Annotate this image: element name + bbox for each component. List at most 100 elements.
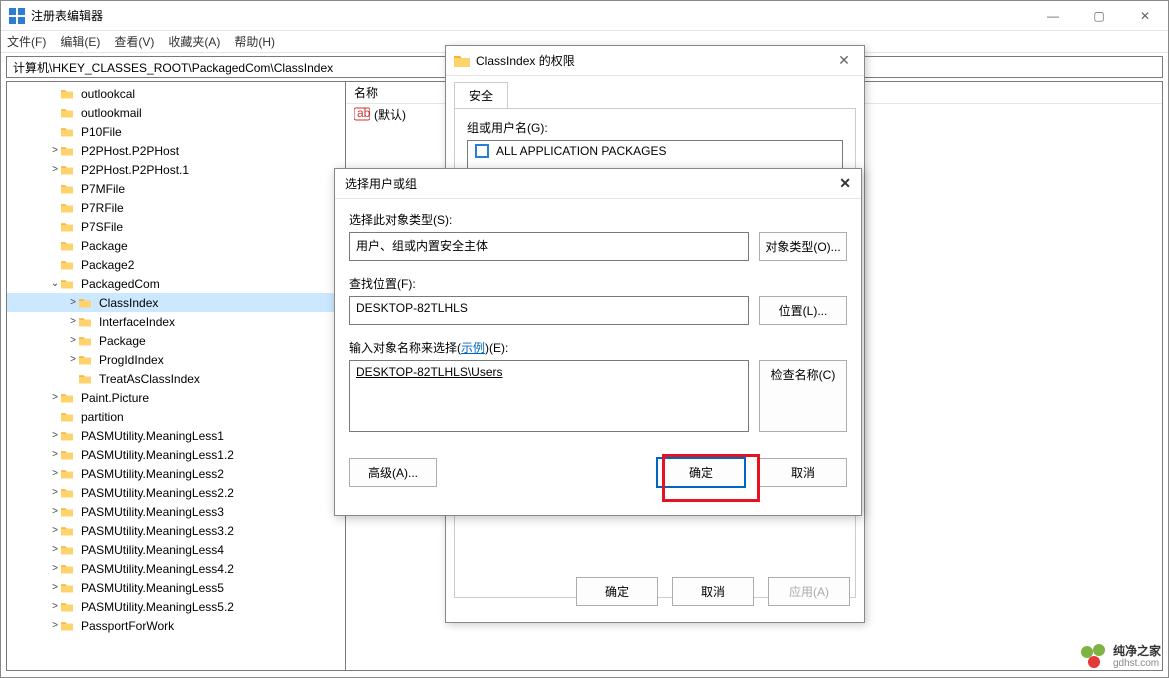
tree-item[interactable]: >PASMUtility.MeaningLess1.2 (7, 445, 345, 464)
menu-edit[interactable]: 编辑(E) (60, 33, 100, 50)
expand-icon[interactable]: > (49, 430, 61, 441)
folder-icon (61, 581, 73, 595)
advanced-button[interactable]: 高级(A)... (349, 458, 437, 487)
tree-panel[interactable]: outlookcaloutlookmailP10File>P2PHost.P2P… (6, 81, 346, 671)
tree-item-label: PASMUtility.MeaningLess3 (81, 505, 224, 519)
tree-item[interactable]: > PASMUtility.MeaningLess2 (7, 464, 345, 483)
tree-item[interactable]: >PASMUtility.MeaningLess3.2 (7, 521, 345, 540)
object-names-input[interactable]: DESKTOP-82TLHLS\Users (349, 360, 749, 432)
tree-item[interactable]: > InterfaceIndex (7, 312, 345, 331)
tree-item[interactable]: partition (7, 407, 345, 426)
expand-icon[interactable]: > (49, 164, 61, 175)
tree-item[interactable]: >P2PHost.P2PHost (7, 141, 345, 160)
tree-item-label: InterfaceIndex (99, 315, 175, 329)
permissions-titlebar: ClassIndex 的权限 ✕ (446, 46, 864, 76)
tree-item-label: P7MFile (81, 182, 125, 196)
watermark: 纯净之家 gdhst.com (1079, 642, 1161, 672)
tree-item[interactable]: P7RFile (7, 198, 345, 217)
menu-file[interactable]: 文件(F) (7, 33, 46, 50)
collapse-icon[interactable]: ⌄ (49, 278, 61, 289)
permissions-apply-button[interactable]: 应用(A) (768, 577, 850, 606)
column-name[interactable]: 名称 (346, 82, 386, 103)
tree-item[interactable]: outlookcal (7, 84, 345, 103)
label-location: 查找位置(F): (349, 275, 847, 292)
tree-item-label: partition (81, 410, 124, 424)
expand-icon[interactable]: > (49, 506, 61, 517)
expand-icon[interactable]: > (49, 449, 61, 460)
expand-icon[interactable]: > (67, 316, 79, 327)
menu-view[interactable]: 查看(V) (114, 33, 154, 50)
permissions-close-button[interactable]: ✕ (824, 52, 864, 69)
tree-item-label: PASMUtility.MeaningLess5.2 (81, 600, 234, 614)
expand-icon[interactable]: > (49, 525, 61, 536)
tree-item[interactable]: P10File (7, 122, 345, 141)
tree-item-label: PASMUtility.MeaningLess4.2 (81, 562, 234, 576)
tree-item[interactable]: TreatAsClassIndex (7, 369, 345, 388)
app-icon (9, 8, 25, 24)
tree-item[interactable]: >ClassIndex (7, 293, 345, 312)
tree-item[interactable]: outlookmail (7, 103, 345, 122)
window-controls: — ▢ ✕ (1030, 1, 1168, 30)
tree-item[interactable]: Package (7, 236, 345, 255)
close-button[interactable]: ✕ (1122, 1, 1168, 30)
expand-icon[interactable]: > (49, 563, 61, 574)
tree-item[interactable]: P7MFile (7, 179, 345, 198)
expand-icon[interactable]: > (67, 335, 79, 346)
select-user-close-button[interactable]: ✕ (839, 175, 851, 192)
select-user-titlebar: 选择用户或组 ✕ (335, 169, 861, 199)
object-type-field: 用户、组或内置安全主体 (349, 232, 749, 261)
tree-item-label: P7SFile (81, 220, 123, 234)
tree-item[interactable]: >ProgIdIndex (7, 350, 345, 369)
user-row-all-packages[interactable]: ALL APPLICATION PACKAGES (468, 141, 842, 161)
expand-icon[interactable]: > (49, 392, 61, 403)
tree-item[interactable]: ⌄PackagedCom (7, 274, 345, 293)
minimize-button[interactable]: — (1030, 1, 1076, 30)
locations-button[interactable]: 位置(L)... (759, 296, 847, 325)
menu-help[interactable]: 帮助(H) (234, 33, 275, 50)
check-names-button[interactable]: 检查名称(C) (759, 360, 847, 432)
tree-item[interactable]: >PASMUtility.MeaningLess5 (7, 578, 345, 597)
example-link[interactable]: 示例 (461, 341, 485, 355)
folder-icon (61, 619, 73, 633)
tree-item[interactable]: >Package (7, 331, 345, 350)
tree-item[interactable]: > PASMUtility.MeaningLess3 (7, 502, 345, 521)
tree-item[interactable]: > P2PHost.P2PHost.1 (7, 160, 345, 179)
menu-favorites[interactable]: 收藏夹(A) (168, 33, 220, 50)
expand-icon[interactable]: > (67, 354, 79, 365)
expand-icon[interactable]: > (67, 297, 79, 308)
expand-icon[interactable]: > (49, 468, 61, 479)
tree-item-label: P2PHost.P2PHost.1 (81, 163, 189, 177)
select-user-dialog: 选择用户或组 ✕ 选择此对象类型(S): 用户、组或内置安全主体 对象类型(O)… (334, 168, 862, 516)
tree-item[interactable]: >PassportForWork (7, 616, 345, 635)
expand-icon[interactable]: > (49, 582, 61, 593)
watermark-name: 纯净之家 (1113, 645, 1161, 658)
expand-icon[interactable]: > (49, 544, 61, 555)
expand-icon[interactable]: > (49, 487, 61, 498)
permissions-cancel-button[interactable]: 取消 (672, 577, 754, 606)
tree-item-label: Package2 (81, 258, 134, 272)
tree-item[interactable]: Package2 (7, 255, 345, 274)
select-cancel-button[interactable]: 取消 (759, 458, 847, 487)
string-icon (354, 107, 370, 121)
tree-item[interactable]: > PASMUtility.MeaningLess4.2 (7, 559, 345, 578)
permissions-ok-button[interactable]: 确定 (576, 577, 658, 606)
object-names-value: DESKTOP-82TLHLS\Users (356, 365, 503, 379)
select-ok-button[interactable]: 确定 (657, 458, 745, 487)
maximize-button[interactable]: ▢ (1076, 1, 1122, 30)
tab-security[interactable]: 安全 (454, 82, 508, 108)
tree-item[interactable]: P7SFile (7, 217, 345, 236)
folder-icon (61, 467, 73, 481)
tree-item[interactable]: >PASMUtility.MeaningLess2.2 (7, 483, 345, 502)
tree-item[interactable]: >Paint.Picture (7, 388, 345, 407)
tree-item[interactable]: >PASMUtility.MeaningLess4 (7, 540, 345, 559)
object-types-button[interactable]: 对象类型(O)... (759, 232, 847, 261)
folder-icon (79, 372, 91, 386)
tree-item[interactable]: > PASMUtility.MeaningLess5.2 (7, 597, 345, 616)
expand-icon[interactable]: > (49, 145, 61, 156)
tree-item[interactable]: >PASMUtility.MeaningLess1 (7, 426, 345, 445)
tree-item-label: outlookmail (81, 106, 142, 120)
address-text: 计算机\HKEY_CLASSES_ROOT\PackagedCom\ClassI… (13, 59, 333, 76)
tree-item-label: PASMUtility.MeaningLess2 (81, 467, 224, 481)
expand-icon[interactable]: > (49, 601, 61, 612)
expand-icon[interactable]: > (49, 620, 61, 631)
